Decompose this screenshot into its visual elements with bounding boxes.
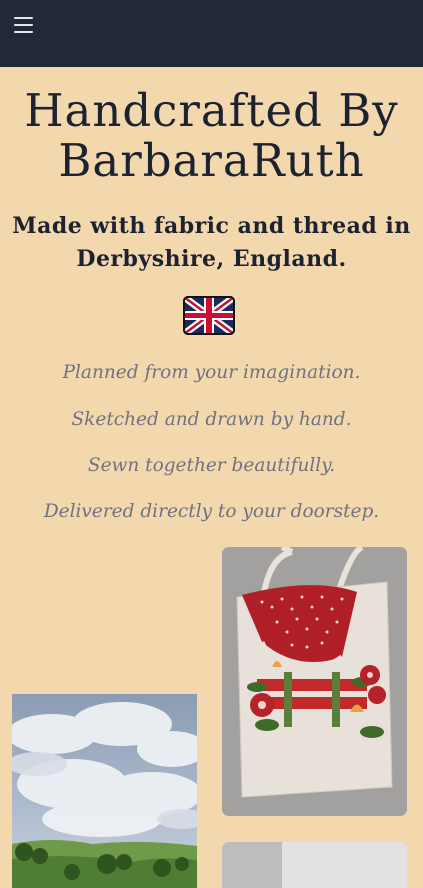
top-navbar [0,0,423,67]
page-title: Handcrafted By BarbaraRuth [24,84,399,187]
tote-bag-photo[interactable] [222,547,407,816]
countryside-sky-photo[interactable] [12,694,197,888]
tagline-2: Sketched and drawn by hand. [71,409,352,430]
tagline-4: Delivered directly to your doorstep. [43,501,380,522]
gallery-photo-partial[interactable] [222,842,407,888]
tagline-3: Sewn together beautifully. [87,455,336,476]
hamburger-menu-icon[interactable] [12,14,36,36]
page-subtitle: Made with fabric and thread in Derbyshir… [12,213,411,272]
union-jack-flag-icon [183,296,235,335]
tagline-1: Planned from your imagination. [62,362,361,383]
